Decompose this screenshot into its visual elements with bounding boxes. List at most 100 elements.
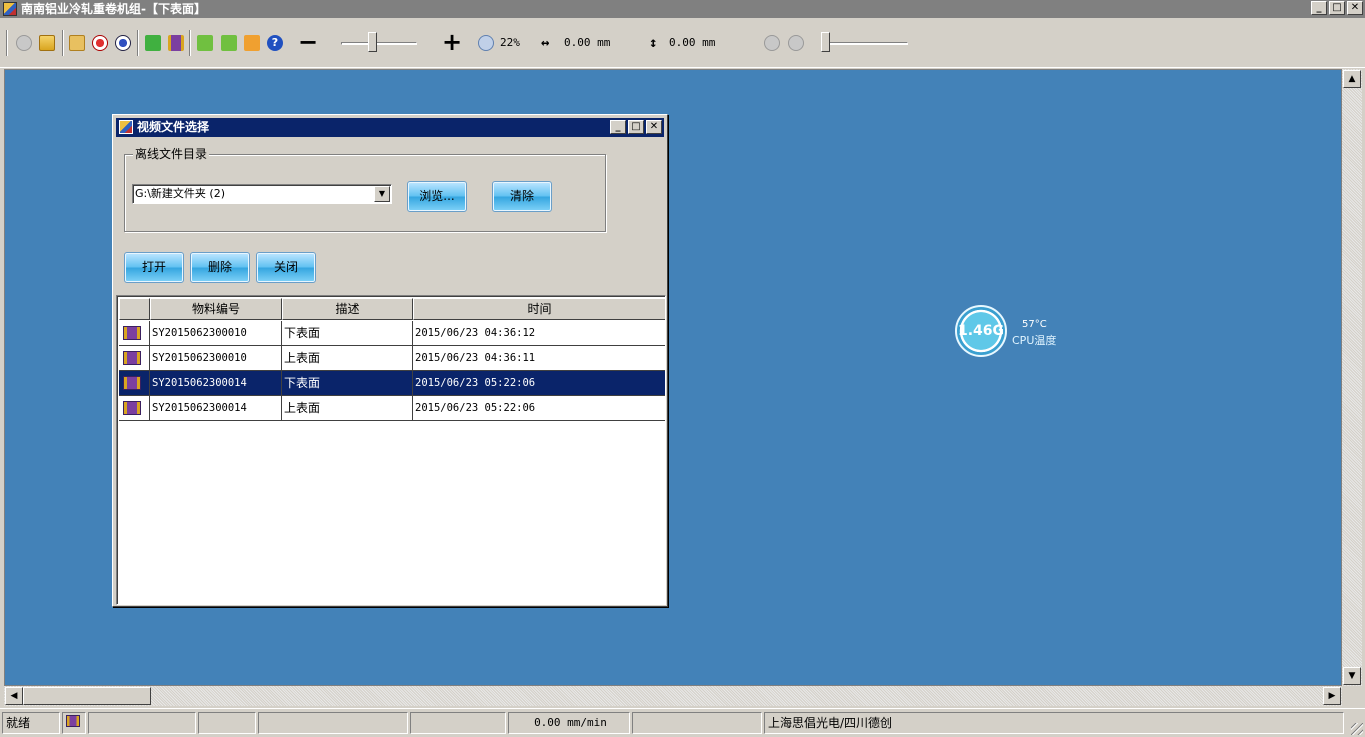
table-row[interactable]: SY2015062300010 下表面 2015/06/23 04:36:12	[119, 321, 665, 346]
zoom-level: 22%	[500, 36, 520, 49]
video-file-dialog: 视频文件选择 _ □ ✕ 离线文件目录 G:\新建文件夹 (2) ▼ 浏览...…	[112, 114, 668, 607]
description-cell: 上表面	[282, 346, 413, 370]
arrow-right-icon[interactable]	[221, 35, 237, 51]
scroll-right-button[interactable]: ▶	[1323, 687, 1341, 705]
horizontal-scrollbar[interactable]: ◀ ▶	[4, 686, 1342, 706]
description-cell: 上表面	[282, 396, 413, 420]
scroll-down-button[interactable]: ▼	[1343, 667, 1361, 685]
marker-icon[interactable]	[69, 35, 85, 51]
close-button[interactable]: ✕	[1347, 1, 1363, 15]
zoom-slider-thumb[interactable]	[368, 32, 377, 52]
title-bar: 南南铝业冷轧重卷机组-【下表面】 _ □ ✕	[0, 0, 1365, 18]
status-company: 上海思倡光电/四川德创	[764, 712, 1344, 734]
record-icon[interactable]	[16, 35, 32, 51]
status-ready: 就绪	[2, 712, 60, 734]
video-file-icon	[123, 401, 141, 415]
column-header-material-id[interactable]: 物料编号	[150, 298, 282, 320]
close-dialog-button[interactable]: 关闭	[256, 252, 316, 283]
material-id-cell: SY2015062300010	[150, 321, 282, 345]
column-header-time[interactable]: 时间	[413, 298, 665, 320]
material-id-cell: SY2015062300010	[150, 346, 282, 370]
time-cell: 2015/06/23 05:22:06	[413, 396, 665, 420]
status-film-cell	[62, 712, 86, 734]
video-file-icon	[123, 376, 141, 390]
dialog-minimize-button[interactable]: _	[610, 120, 626, 134]
scroll-left-button[interactable]: ◀	[5, 687, 23, 705]
table-row-selected[interactable]: SY2015062300014 下表面 2015/06/23 05:22:06	[119, 371, 665, 396]
group-label: 离线文件目录	[133, 146, 210, 162]
height-icon: ↕	[649, 35, 658, 51]
column-header-description[interactable]: 描述	[282, 298, 413, 320]
fast-forward-icon[interactable]	[244, 35, 260, 51]
file-list[interactable]: 物料编号 描述 时间 SY2015062300010 下表面 2015/06/2…	[116, 295, 666, 605]
dialog-icon	[119, 120, 133, 134]
dialog-close-button[interactable]: ✕	[646, 120, 662, 134]
column-header-icon[interactable]	[119, 298, 150, 320]
status-cell-4	[198, 712, 256, 734]
row-icon-cell	[119, 396, 150, 420]
play-icon[interactable]	[764, 35, 780, 51]
video-file-icon	[123, 326, 141, 340]
film-icon	[66, 715, 80, 727]
vertical-scrollbar[interactable]: ▲ ▼	[1342, 69, 1362, 686]
delete-button[interactable]: 删除	[190, 252, 250, 283]
directory-combobox[interactable]: G:\新建文件夹 (2) ▼	[132, 184, 392, 204]
material-id-cell: SY2015062300014	[150, 396, 282, 420]
dialog-title: 视频文件选择	[137, 120, 210, 134]
row-icon-cell	[119, 346, 150, 370]
arrow-left-icon[interactable]	[197, 35, 213, 51]
height-value: 0.00 mm	[669, 36, 716, 49]
dialog-maximize-button[interactable]: □	[628, 120, 644, 134]
cpu-label: CPU温度	[1012, 334, 1057, 347]
magnifier-icon	[478, 35, 494, 51]
description-cell: 下表面	[282, 371, 413, 395]
help-icon[interactable]: ?	[267, 35, 283, 51]
row-icon-cell	[119, 371, 150, 395]
redo-icon[interactable]	[145, 35, 161, 51]
video-file-icon	[123, 351, 141, 365]
app-icon	[3, 2, 17, 16]
zoom-in-icon[interactable]: +	[442, 29, 462, 55]
cpu-gauge: 1.46G	[955, 305, 1007, 357]
status-cell-6	[410, 712, 506, 734]
rewind-icon[interactable]	[788, 35, 804, 51]
material-id-cell: SY2015062300014	[150, 371, 282, 395]
scroll-up-button[interactable]: ▲	[1343, 70, 1361, 88]
zoom-out-icon[interactable]: −	[298, 29, 318, 55]
offline-directory-group: 离线文件目录 G:\新建文件夹 (2) ▼ 浏览... 清除	[124, 146, 606, 232]
playback-slider[interactable]	[822, 42, 908, 45]
cpu-temperature: 57°C	[1022, 319, 1047, 330]
film-icon[interactable]	[168, 35, 184, 51]
status-speed: 0.00 mm/min	[508, 712, 630, 734]
stop-icon[interactable]	[92, 35, 108, 51]
zoom-slider[interactable]	[341, 42, 417, 45]
width-icon: ↔	[541, 35, 550, 51]
horizontal-scroll-thumb[interactable]	[23, 687, 151, 705]
time-cell: 2015/06/23 04:36:11	[413, 346, 665, 370]
open-button[interactable]: 打开	[124, 252, 184, 283]
playback-slider-thumb[interactable]	[821, 32, 830, 52]
toolbar: ? − + 22% ↔ 0.00 mm ↕ 0.00 mm	[0, 18, 1365, 68]
resize-grip-icon[interactable]	[1351, 723, 1363, 735]
status-cell-8	[632, 712, 762, 734]
pause-icon[interactable]	[115, 35, 131, 51]
table-row[interactable]: SY2015062300014 上表面 2015/06/23 05:22:06	[119, 396, 665, 421]
time-cell: 2015/06/23 05:22:06	[413, 371, 665, 395]
status-cell-3	[88, 712, 196, 734]
width-value: 0.00 mm	[564, 36, 611, 49]
browse-button[interactable]: 浏览...	[407, 181, 467, 212]
table-row[interactable]: SY2015062300010 上表面 2015/06/23 04:36:11	[119, 346, 665, 371]
row-icon-cell	[119, 321, 150, 345]
file-list-header: 物料编号 描述 时间	[119, 298, 665, 320]
maximize-button[interactable]: □	[1329, 1, 1345, 15]
time-cell: 2015/06/23 04:36:12	[413, 321, 665, 345]
dialog-title-bar: 视频文件选择 _ □ ✕	[116, 118, 664, 137]
directory-value: G:\新建文件夹 (2)	[135, 187, 226, 200]
open-folder-icon[interactable]	[39, 35, 55, 51]
clear-button[interactable]: 清除	[492, 181, 552, 212]
description-cell: 下表面	[282, 321, 413, 345]
window-title: 南南铝业冷轧重卷机组-【下表面】	[21, 2, 206, 16]
minimize-button[interactable]: _	[1311, 1, 1327, 15]
chevron-down-icon[interactable]: ▼	[374, 186, 390, 202]
status-bar: 就绪 0.00 mm/min 上海思倡光电/四川德创	[0, 708, 1365, 737]
